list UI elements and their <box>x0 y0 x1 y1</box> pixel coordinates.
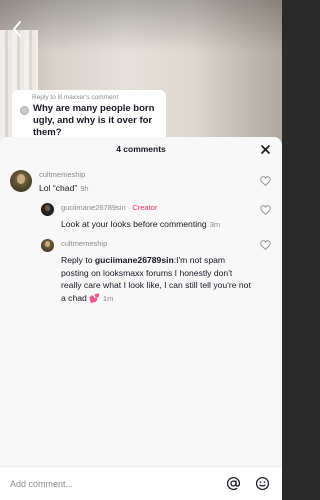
like-button[interactable] <box>259 175 271 187</box>
avatar[interactable] <box>41 239 54 252</box>
emoji-button[interactable] <box>254 475 270 491</box>
comment-reply-item: guciimane26789sin · Creator Look at your… <box>41 203 251 232</box>
mention-button[interactable] <box>225 475 241 491</box>
comments-count: 4 comments <box>116 144 166 154</box>
chevron-left-icon <box>13 21 21 37</box>
comment-time: 3m <box>209 220 221 229</box>
comment-time: 1m <box>102 293 114 303</box>
avatar[interactable] <box>10 170 32 192</box>
reply-card[interactable]: Reply to lil.maxxer's comment Why are ma… <box>12 90 166 140</box>
comment-item: cultmemeship Lol “chad” 9h <box>10 170 250 196</box>
heart-emoji: 💕 <box>89 292 100 303</box>
heart-outline-icon <box>259 176 271 186</box>
back-button[interactable] <box>8 18 26 40</box>
reply-to-label: Reply to lil.maxxer's comment <box>32 94 119 101</box>
separator-dot: · <box>127 203 131 212</box>
avatar[interactable] <box>41 203 54 216</box>
creator-badge: Creator <box>132 203 158 212</box>
sheet-header: 4 comments <box>0 137 282 161</box>
comment-reply-item: cultmemeship Reply to guciimane26789sin:… <box>41 239 253 305</box>
comment-username[interactable]: cultmemeship <box>61 239 253 249</box>
smiley-icon <box>255 476 269 490</box>
like-button[interactable] <box>259 239 271 251</box>
comment-text: Reply to guciimane26789sin:I'm not spam … <box>61 255 251 303</box>
comment-username: guciimane26789sin · Creator <box>61 203 158 212</box>
close-button[interactable] <box>258 142 272 156</box>
comment-time: 9h <box>80 184 89 193</box>
wall-shadow <box>192 0 282 150</box>
comment-text: Look at your looks before commenting 3m <box>61 219 221 229</box>
heart-outline-icon <box>259 205 271 215</box>
comment-text: Lol “chad” 9h <box>39 183 89 193</box>
add-comment-input[interactable] <box>10 476 210 492</box>
comment-username[interactable]: cultmemeship <box>39 170 89 180</box>
heart-outline-icon <box>259 240 271 250</box>
comment-composer <box>0 466 282 500</box>
comment-sheet: 4 comments cultmemeship Lol “chad” 9h guc… <box>0 137 282 500</box>
reply-target-username[interactable]: guciimane26789sin <box>95 255 174 265</box>
replied-user-avatar <box>20 106 29 115</box>
replied-comment-text: Why are many people born ugly, and why i… <box>33 103 155 138</box>
at-sign-icon <box>226 476 240 490</box>
like-button[interactable] <box>259 204 271 216</box>
close-icon <box>260 144 270 154</box>
reply-prefix: Reply to <box>61 255 93 265</box>
